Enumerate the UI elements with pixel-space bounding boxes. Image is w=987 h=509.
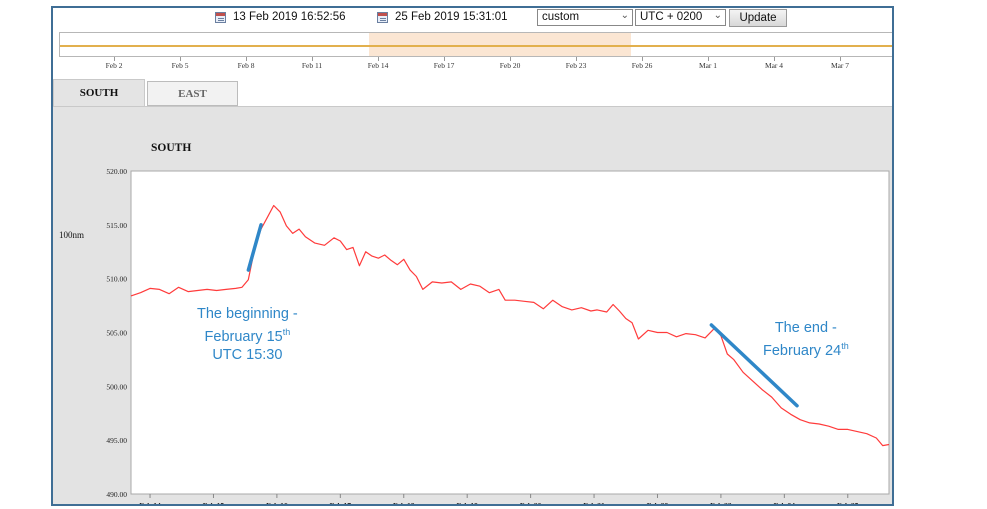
navigator-tick-label: Mar 4 [764, 61, 784, 70]
x-tick-label: Feb 20 [520, 501, 542, 505]
annotation-text: The end - [774, 320, 837, 336]
navigator-tick-label: Feb 14 [367, 61, 389, 70]
y-tick-label: 515.00 [106, 221, 127, 230]
end-datetime-field[interactable]: 25 Feb 2019 15:31:01 [377, 11, 508, 23]
navigator-tick-label: Mar 1 [698, 61, 718, 70]
start-datetime-text: 13 Feb 2019 16:52:56 [233, 11, 346, 23]
y-tick-label: 510.00 [106, 275, 127, 284]
x-tick-label: Feb 14 [139, 501, 161, 505]
navigator-series-line [60, 45, 892, 47]
navigator-tick-label: Feb 17 [433, 61, 455, 70]
annotation-line: February 24th [763, 337, 849, 360]
x-tick-label: Feb 24 [774, 501, 796, 505]
timezone-select[interactable]: UTC + 0200 ⌄ [635, 9, 726, 26]
annotation-beginning: The beginning - February 15th UTC 15:30 [197, 305, 298, 364]
y-tick-label: 505.00 [106, 329, 127, 338]
x-tick-label: Feb 21 [583, 501, 605, 505]
chevron-down-icon: ⌄ [713, 10, 722, 21]
range-select-value: custom [542, 11, 580, 23]
timezone-select-value: UTC + 0200 [640, 11, 703, 23]
annotation-text: The beginning - [197, 306, 298, 322]
y-tick-label: 520.00 [106, 167, 127, 176]
x-tick-label: Feb 25 [837, 501, 859, 505]
x-tick-label: Feb 16 [266, 501, 288, 505]
navigator-tick-label: Feb 8 [237, 61, 255, 70]
time-navigator[interactable] [59, 32, 892, 57]
navigator-tick-label: Feb 2 [105, 61, 123, 70]
navigator-tick-label: Feb 11 [301, 61, 323, 70]
range-select[interactable]: custom ⌄ [537, 9, 633, 26]
calendar-icon[interactable] [377, 11, 388, 23]
y-tick-label: 495.00 [106, 436, 127, 445]
annotation-end: The end - February 24th [763, 319, 849, 360]
x-tick-label: Feb 23 [710, 501, 732, 505]
tab-south[interactable]: SOUTH [53, 79, 145, 107]
navigator-tick-label: Mar 7 [830, 61, 850, 70]
y-axis-label: 100nm [59, 230, 84, 240]
start-datetime-field[interactable]: 13 Feb 2019 16:52:56 [215, 11, 346, 23]
x-tick-label: Feb 18 [393, 501, 415, 505]
annotation-line: February 15th [197, 323, 298, 346]
navigator-axis: Feb 2 Feb 5 Feb 8 Feb 11 Feb 14 Feb 17 Feb 20 F… [59, 57, 892, 73]
app-frame: 13 Feb 2019 16:52:56 25 Feb 2019 15:31:0… [51, 6, 894, 506]
annotation-line: The end - [763, 319, 849, 337]
navigator-tick-label: Feb 5 [171, 61, 189, 70]
navigator-tick-label: Feb 26 [631, 61, 653, 70]
annotation-text: February 15 [204, 328, 283, 345]
chevron-down-icon: ⌄ [620, 10, 629, 21]
x-tick-label: Feb 17 [330, 501, 352, 505]
annotation-text: UTC 15:30 [212, 346, 283, 363]
x-tick-label: Feb 22 [647, 501, 669, 505]
navigator-tick-label: Feb 20 [499, 61, 521, 70]
tab-panel-south: SOUTH 100nm 520.00 515.00 510.00 505.00 500.00… [53, 106, 892, 504]
end-datetime-text: 25 Feb 2019 15:31:01 [395, 11, 508, 23]
y-tick-label: 500.00 [106, 382, 127, 391]
annotation-text: February 24 [763, 342, 842, 359]
line-chart: SOUTH 100nm 520.00 515.00 510.00 505.00 500.00… [59, 142, 890, 505]
calendar-icon[interactable] [215, 11, 226, 23]
tab-east[interactable]: EAST [147, 81, 238, 106]
x-tick-label: Feb 15 [203, 501, 225, 505]
annotation-line: UTC 15:30 [197, 346, 298, 364]
annotation-line: The beginning - [197, 305, 298, 323]
chart-title: SOUTH [151, 142, 191, 154]
toolbar: 13 Feb 2019 16:52:56 25 Feb 2019 15:31:0… [53, 8, 892, 30]
tab-bar: SOUTH EAST [53, 79, 892, 107]
update-button[interactable]: Update [729, 9, 787, 27]
annotation-superscript: th [282, 327, 291, 337]
navigator-tick-label: Feb 23 [565, 61, 587, 70]
annotation-superscript: th [841, 341, 849, 351]
x-tick-label: Feb 19 [456, 501, 478, 505]
y-tick-label: 490.00 [106, 490, 127, 499]
